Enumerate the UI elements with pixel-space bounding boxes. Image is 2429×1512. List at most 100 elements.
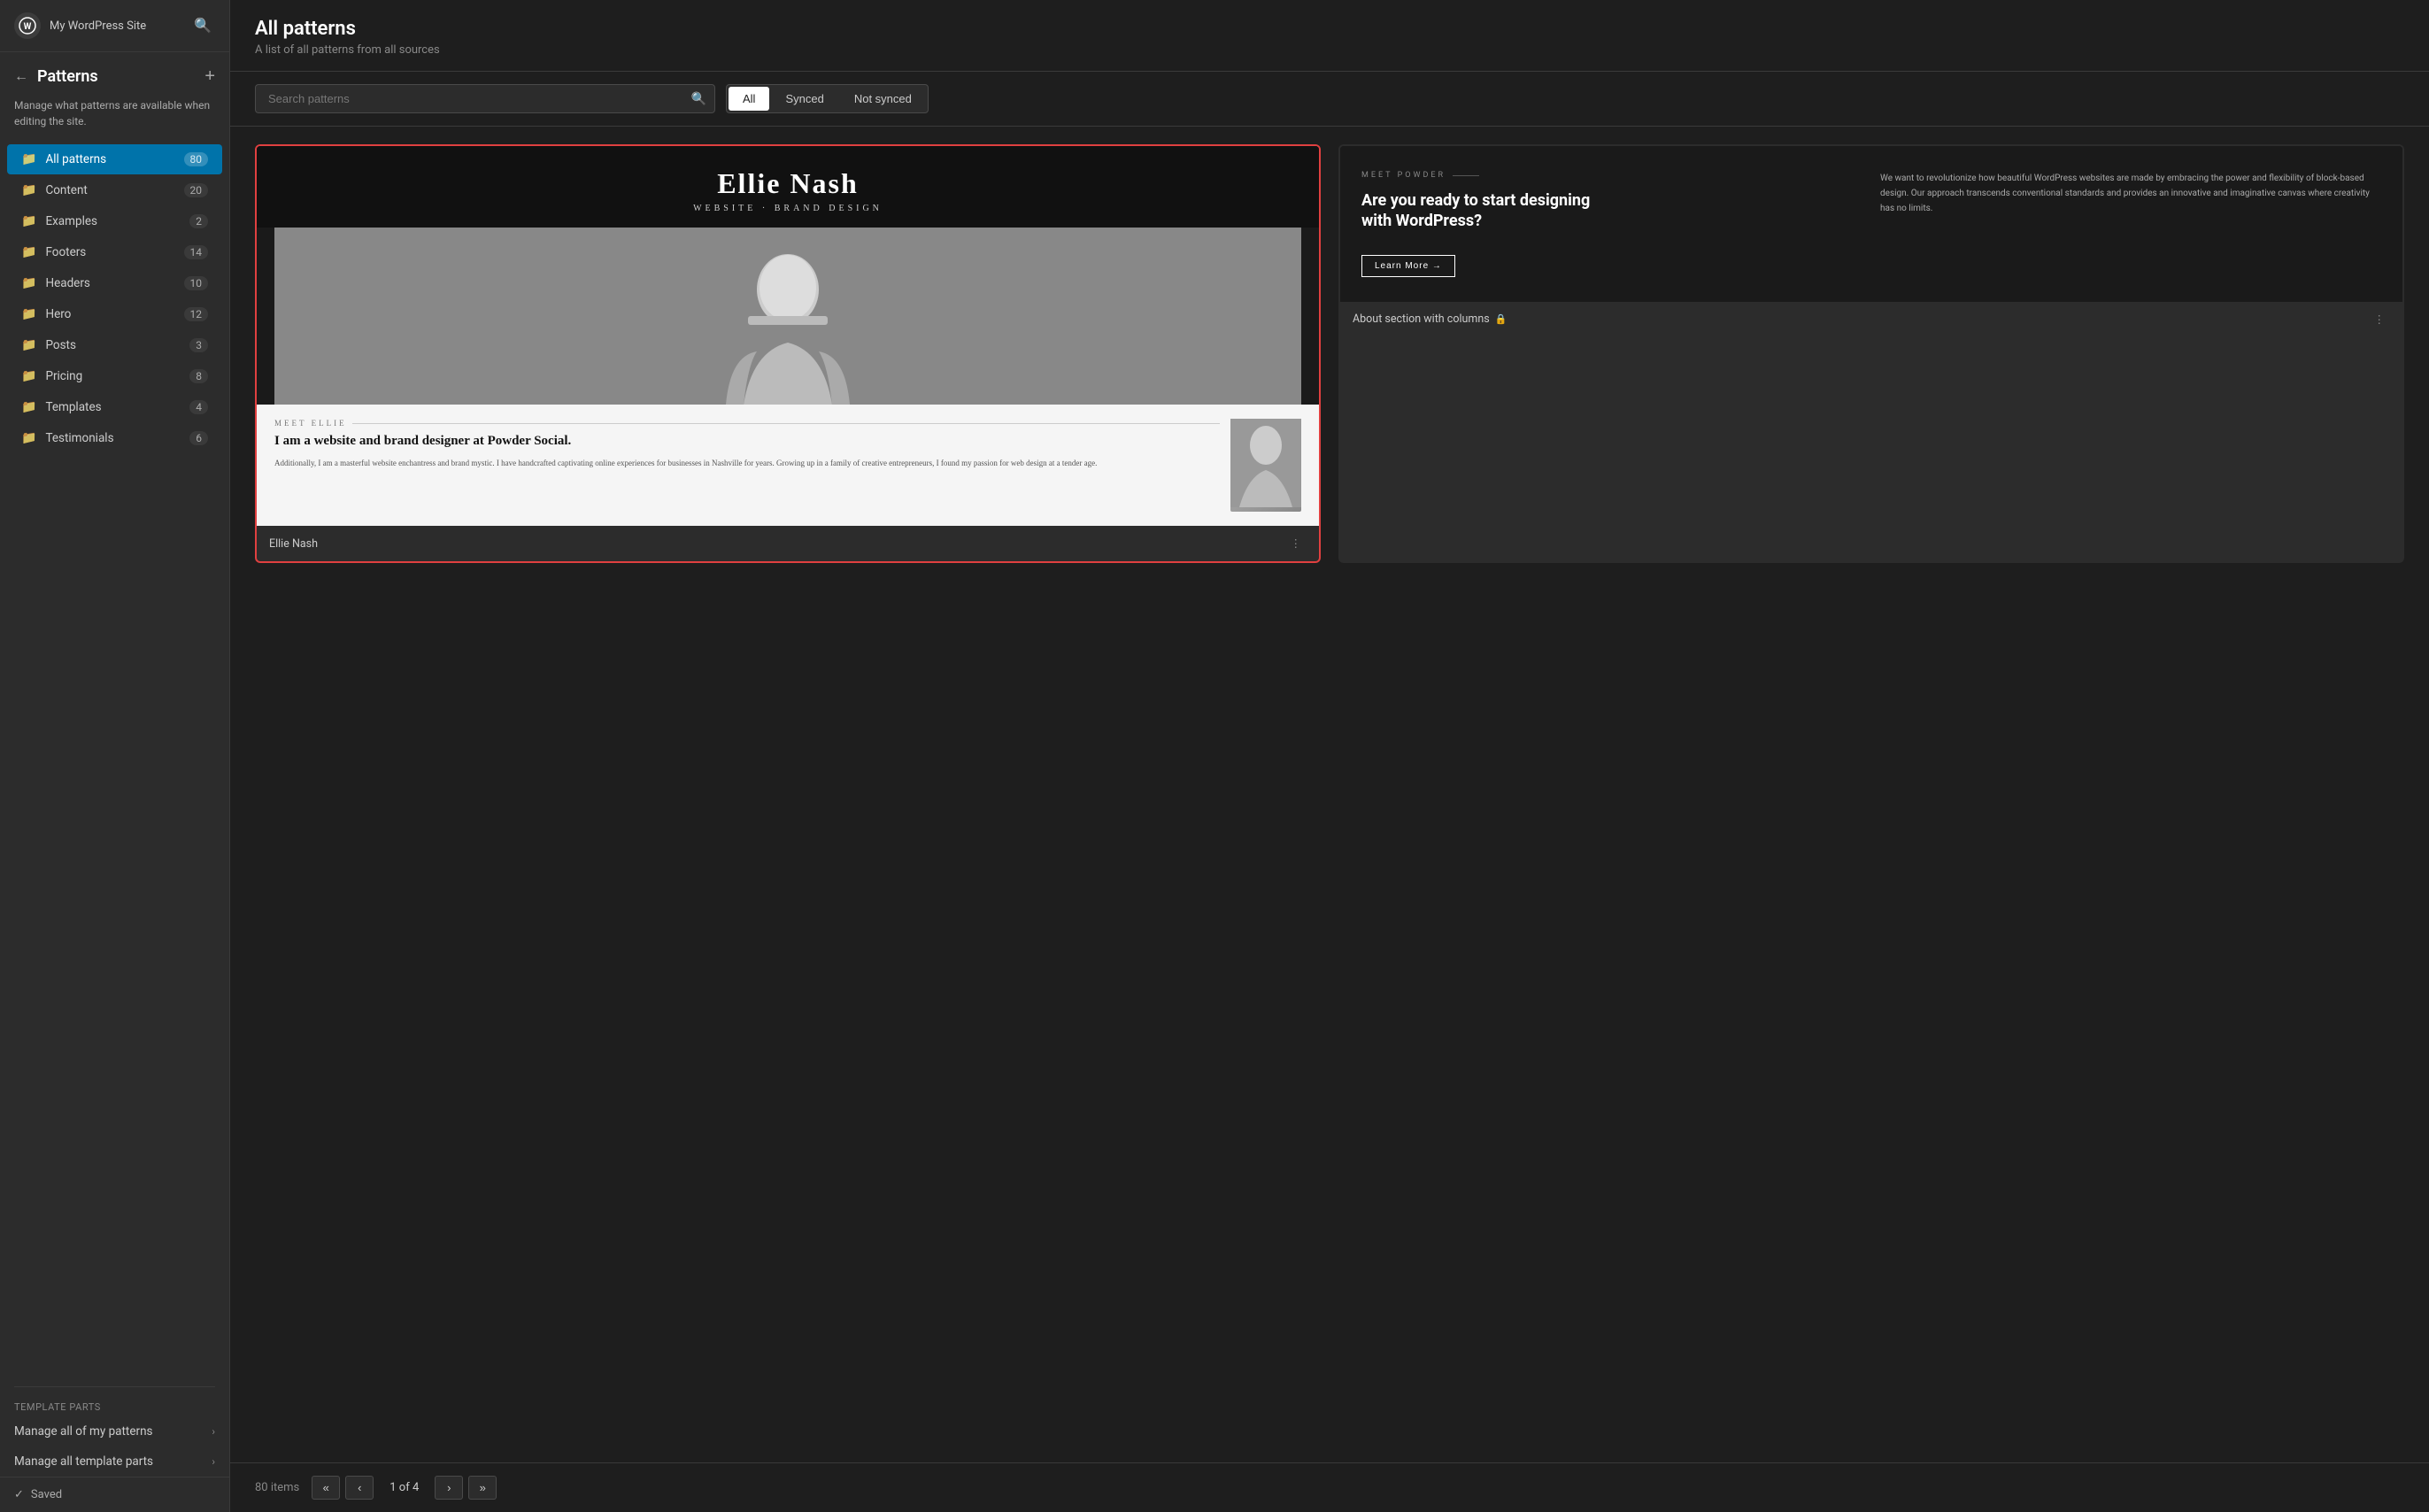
add-pattern-button[interactable]: + — [204, 66, 215, 87]
nav-count: 80 — [184, 152, 209, 166]
manage-patterns-label: Manage all of my patterns — [14, 1424, 153, 1439]
pattern-label-ellie-nash: Ellie Nash ⋮ — [257, 526, 1319, 561]
more-options-icon[interactable]: ⋮ — [2369, 311, 2391, 328]
learn-more-button[interactable]: Learn More → — [1361, 255, 1455, 277]
wp-logo: W — [14, 12, 41, 39]
sidebar-item-pricing[interactable]: 📁 Pricing 8 — [7, 361, 222, 391]
lock-icon: 🔒 — [1495, 313, 1508, 325]
folder-icon: 📁 — [21, 338, 36, 352]
nav-count: 8 — [189, 369, 208, 383]
search-container: 🔍 — [255, 84, 715, 113]
nav-label: Examples — [45, 214, 181, 228]
sidebar-nav: 📁 All patterns 80 📁 Content 20 📁 Example… — [0, 143, 229, 1379]
nav-label: All patterns — [45, 152, 174, 166]
more-options-icon[interactable]: ⋮ — [1285, 535, 1307, 552]
patterns-description: Manage what patterns are available when … — [0, 94, 229, 143]
total-items: 80 items — [255, 1481, 299, 1494]
ellie-name: Ellie Nash — [274, 167, 1301, 200]
folder-icon: 📁 — [21, 152, 36, 166]
main-header: All patterns A list of all patterns from… — [230, 0, 2429, 72]
folder-icon: 📁 — [21, 369, 36, 383]
svg-text:W: W — [24, 22, 32, 32]
patterns-title: Patterns — [37, 67, 98, 86]
site-name: My WordPress Site — [50, 19, 181, 33]
pattern-label-about: About section with columns 🔒 ⋮ — [1340, 302, 2402, 337]
filter-tab-all[interactable]: All — [729, 87, 769, 111]
nav-label: Content — [45, 183, 174, 197]
pattern-preview-about: MEET POWDER Are you ready to start desig… — [1340, 146, 2402, 302]
pattern-label-text: About section with columns 🔒 — [1353, 312, 1507, 326]
folder-icon: 📁 — [21, 183, 36, 197]
sidebar-item-headers[interactable]: 📁 Headers 10 — [7, 268, 222, 298]
nav-label: Templates — [45, 400, 181, 414]
sidebar-top: W My WordPress Site 🔍 — [0, 0, 229, 52]
folder-icon: 📁 — [21, 276, 36, 290]
ellie-top-section: Ellie Nash WEBSITE · BRAND DESIGN — [257, 146, 1319, 228]
chevron-right-icon: › — [212, 1455, 215, 1468]
nav-count: 12 — [184, 307, 209, 321]
nav-label: Headers — [45, 276, 174, 290]
patterns-header-left: ← Patterns — [14, 67, 98, 86]
ellie-tagline: WEBSITE · BRAND DESIGN — [274, 204, 1301, 213]
sidebar-item-footers[interactable]: 📁 Footers 14 — [7, 237, 222, 267]
search-input[interactable] — [255, 84, 715, 113]
nav-count: 14 — [184, 245, 209, 259]
pattern-card-ellie-nash[interactable]: Ellie Nash WEBSITE · BRAND DESIGN — [255, 144, 1321, 563]
first-page-button[interactable]: « — [312, 1476, 340, 1500]
manage-templates-label: Manage all template parts — [14, 1454, 153, 1469]
about-body-paragraph: We want to revolutionize how beautiful W… — [1880, 171, 2381, 216]
patterns-grid: Ellie Nash WEBSITE · BRAND DESIGN — [255, 144, 2404, 563]
pagination: 80 items « ‹ 1 of 4 › » — [230, 1462, 2429, 1512]
nav-label: Footers — [45, 245, 174, 259]
main-content: All patterns A list of all patterns from… — [230, 0, 2429, 1512]
sidebar-item-templates[interactable]: 📁 Templates 4 — [7, 392, 222, 422]
sidebar: W My WordPress Site 🔍 ← Patterns + Manag… — [0, 0, 230, 1512]
next-page-button[interactable]: › — [435, 1476, 463, 1500]
about-body-text: We want to revolutionize how beautiful W… — [1880, 171, 2381, 216]
ellie-bottom-section: MEET ELLIE I am a website and brand desi… — [257, 405, 1319, 526]
prev-page-button[interactable]: ‹ — [345, 1476, 374, 1500]
nav-count: 3 — [189, 338, 208, 352]
ellie-bottom-text: MEET ELLIE I am a website and brand desi… — [274, 419, 1220, 512]
page-info: 1 of 4 — [379, 1477, 429, 1499]
back-button[interactable]: ← — [14, 69, 28, 85]
nav-label: Pricing — [45, 369, 181, 383]
save-status: Saved — [31, 1488, 62, 1501]
sidebar-item-examples[interactable]: 📁 Examples 2 — [7, 206, 222, 236]
pattern-preview-ellie-nash: Ellie Nash WEBSITE · BRAND DESIGN — [257, 146, 1319, 526]
sidebar-item-all-patterns[interactable]: 📁 All patterns 80 — [7, 144, 222, 174]
nav-count: 20 — [184, 183, 209, 197]
ellie-bottom-title: I am a website and brand designer at Pow… — [274, 433, 1220, 451]
about-meet-label: MEET POWDER — [1361, 171, 1862, 180]
pattern-card-about-section[interactable]: MEET POWDER Are you ready to start desig… — [1338, 144, 2404, 563]
ellie-bottom-photo — [1230, 419, 1301, 512]
ellie-pattern-name: Ellie Nash — [269, 537, 318, 551]
sidebar-item-content[interactable]: 📁 Content 20 — [7, 175, 222, 205]
sidebar-item-posts[interactable]: 📁 Posts 3 — [7, 330, 222, 360]
search-button[interactable]: 🔍 — [190, 13, 215, 38]
sidebar-divider — [14, 1386, 215, 1387]
manage-templates-link[interactable]: Manage all template parts › — [0, 1446, 229, 1477]
about-pattern-name: About section with columns — [1353, 312, 1490, 326]
filter-tab-not-synced[interactable]: Not synced — [840, 87, 926, 111]
meet-label: MEET ELLIE — [274, 419, 1220, 428]
filter-tab-synced[interactable]: Synced — [771, 87, 837, 111]
folder-icon: 📁 — [21, 214, 36, 228]
folder-icon: 📁 — [21, 431, 36, 445]
page-subtitle: A list of all patterns from all sources — [255, 43, 2404, 57]
check-icon: ✓ — [14, 1488, 24, 1501]
nav-label: Hero — [45, 307, 174, 321]
nav-label: Testimonials — [45, 431, 181, 445]
pattern-label-text: Ellie Nash — [269, 537, 318, 551]
last-page-button[interactable]: » — [468, 1476, 497, 1500]
sidebar-item-testimonials[interactable]: 📁 Testimonials 6 — [7, 423, 222, 453]
chevron-right-icon: › — [212, 1425, 215, 1438]
nav-label: Posts — [45, 338, 181, 352]
manage-patterns-link[interactable]: Manage all of my patterns › — [0, 1416, 229, 1446]
sidebar-item-hero[interactable]: 📁 Hero 12 — [7, 299, 222, 329]
sidebar-bottom: ✓ Saved — [0, 1477, 229, 1512]
sidebar-section-label: TEMPLATE PARTS — [0, 1394, 229, 1416]
page-title: All patterns — [255, 18, 2404, 40]
about-preview-content: MEET POWDER Are you ready to start desig… — [1340, 146, 2402, 302]
patterns-content: Ellie Nash WEBSITE · BRAND DESIGN — [230, 127, 2429, 1462]
